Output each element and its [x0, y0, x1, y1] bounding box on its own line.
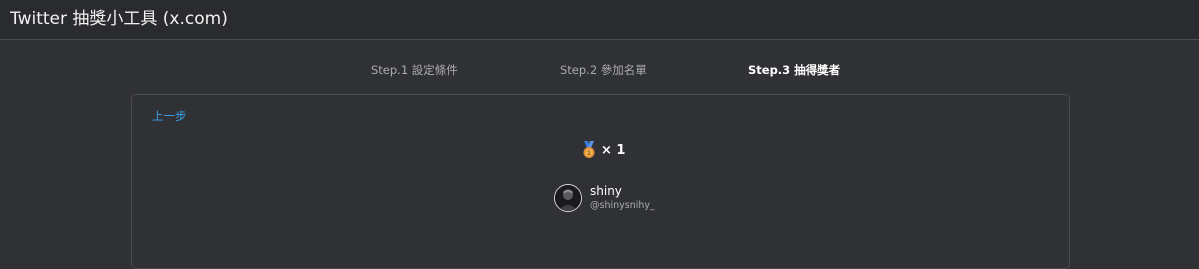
step-2-tab[interactable]: Step.2 參加名單 — [560, 62, 647, 78]
winner-handle: @shinysnihy_ — [590, 200, 655, 211]
prize-summary: 1 × 1 — [582, 141, 625, 159]
avatar[interactable] — [554, 184, 582, 212]
step-navigation: Step.1 設定條件 Step.2 參加名單 Step.3 抽得獎者 — [0, 62, 1199, 80]
result-card: 上一步 1 × 1 shiny @shinysnihy_ — [131, 94, 1070, 269]
step-1-tab[interactable]: Step.1 設定條件 — [371, 62, 458, 78]
step-3-tab[interactable]: Step.3 抽得獎者 — [748, 62, 840, 78]
back-link[interactable]: 上一步 — [152, 108, 187, 124]
prize-count: × 1 — [601, 142, 626, 158]
medal-icon: 1 — [582, 141, 596, 159]
app-title: Twitter 抽獎小工具 (x.com) — [10, 9, 228, 29]
svg-text:1: 1 — [587, 150, 591, 157]
app-header: Twitter 抽獎小工具 (x.com) — [0, 0, 1199, 40]
winner-name: shiny — [590, 184, 622, 198]
